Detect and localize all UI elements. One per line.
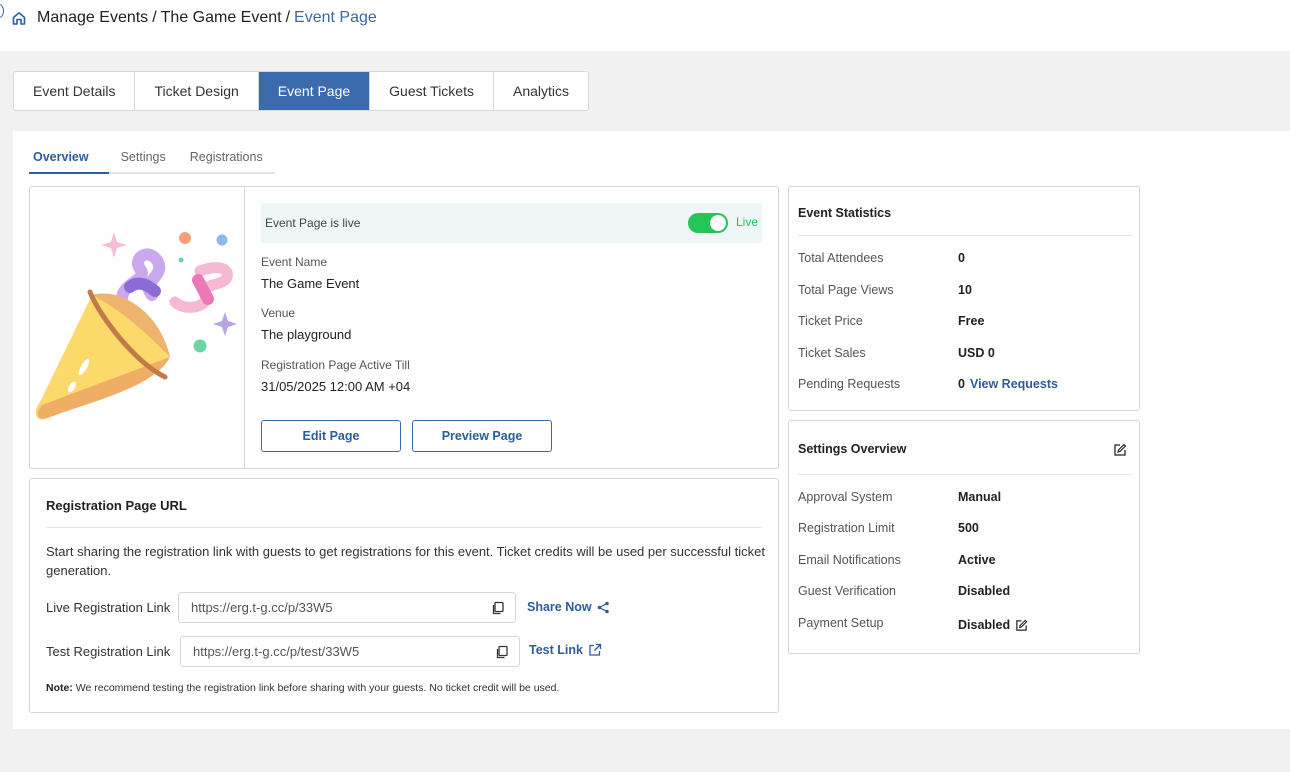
- event-illustration: [30, 187, 245, 468]
- top-bar: Manage Events / The Game Event / Event Page: [0, 0, 1290, 51]
- breadcrumb-current: Event Page: [294, 9, 377, 26]
- main-content: Overview Settings Registrations Event Pa…: [13, 131, 1290, 729]
- live-label: Live: [735, 215, 758, 229]
- divider: [798, 235, 1132, 236]
- setting-label: Registration Limit: [798, 521, 895, 535]
- live-url-text: https://erg.t-g.cc/p/33W5: [191, 600, 333, 615]
- party-popper-icon: [35, 232, 237, 420]
- stat-value: Free: [958, 314, 985, 328]
- tab-guest-tickets[interactable]: Guest Tickets: [370, 72, 494, 110]
- live-url-field[interactable]: https://erg.t-g.cc/p/33W5: [178, 592, 516, 623]
- tab-event-page[interactable]: Event Page: [258, 72, 371, 110]
- setting-value: Active: [958, 553, 996, 567]
- share-icon: [597, 601, 609, 613]
- test-link[interactable]: Test Link: [529, 643, 602, 657]
- live-status-bar: Event Page is live Live: [261, 203, 762, 243]
- registration-note: Note: We recommend testing the registrat…: [46, 682, 559, 694]
- event-statistics-title: Event Statistics: [798, 206, 892, 220]
- tab-ticket-design[interactable]: Ticket Design: [135, 72, 259, 110]
- breadcrumb: Manage Events / The Game Event / Event Page: [37, 9, 377, 26]
- share-now-label: Share Now: [527, 600, 592, 614]
- divider: [46, 527, 762, 528]
- copy-icon[interactable]: [491, 601, 505, 615]
- registration-url-title: Registration Page URL: [46, 498, 187, 513]
- stat-value: USD 0: [958, 346, 995, 360]
- circle-icon: [0, 4, 4, 18]
- stat-value: 0: [958, 377, 965, 391]
- setting-value: Manual: [958, 490, 1002, 504]
- test-url-text: https://erg.t-g.cc/p/test/33W5: [193, 644, 360, 659]
- stat-value: 10: [958, 283, 972, 297]
- setting-value: 500: [958, 521, 979, 535]
- setting-label: Email Notifications: [798, 553, 901, 567]
- subtab-overview[interactable]: Overview: [29, 150, 109, 174]
- setting-label: Approval System: [798, 490, 893, 504]
- payment-setup-value: Disabled: [958, 618, 1028, 632]
- setting-value: Disabled: [958, 584, 1011, 598]
- venue-value: The playground: [261, 327, 352, 342]
- settings-overview-title: Settings Overview: [798, 442, 907, 456]
- edit-icon[interactable]: [1113, 443, 1127, 457]
- sub-tabs: Overview Settings Registrations: [29, 150, 275, 174]
- setting-value: Disabled: [958, 618, 1011, 632]
- stat-label: Pending Requests: [798, 377, 901, 391]
- setting-label: Guest Verification: [798, 584, 896, 598]
- stat-label: Ticket Price: [798, 314, 863, 328]
- test-link-text: Test Link: [529, 643, 583, 657]
- event-name-value: The Game Event: [261, 276, 360, 291]
- event-page-card: Event Page is live Live Event Name The G…: [29, 186, 779, 469]
- stat-label: Total Page Views: [798, 283, 894, 297]
- edit-icon[interactable]: [1015, 619, 1028, 632]
- external-link-icon: [589, 643, 602, 656]
- subtab-registrations[interactable]: Registrations: [178, 150, 275, 172]
- venue-label: Venue: [261, 306, 296, 320]
- test-url-field[interactable]: https://erg.t-g.cc/p/test/33W5: [180, 636, 520, 667]
- share-now-link[interactable]: Share Now: [527, 600, 610, 614]
- note-text: We recommend testing the registration li…: [72, 682, 560, 694]
- view-requests-link[interactable]: View Requests: [970, 377, 1058, 391]
- stat-label: Total Attendees: [798, 251, 884, 265]
- pending-requests-value: 0 View Requests: [958, 377, 1058, 391]
- home-icon[interactable]: [11, 10, 27, 26]
- live-status-text: Event Page is live: [265, 216, 361, 230]
- tab-event-details[interactable]: Event Details: [14, 72, 136, 110]
- settings-overview-card: Settings Overview Approval System Manual…: [788, 420, 1140, 654]
- subtab-settings[interactable]: Settings: [109, 150, 178, 172]
- stat-label: Ticket Sales: [798, 346, 866, 360]
- copy-icon[interactable]: [495, 645, 509, 659]
- live-link-label: Live Registration Link: [46, 600, 171, 615]
- breadcrumb-manage-events[interactable]: Manage Events: [37, 9, 148, 26]
- note-prefix: Note:: [46, 682, 73, 694]
- divider: [798, 474, 1132, 475]
- breadcrumb-event[interactable]: The Game Event: [161, 9, 282, 26]
- edit-page-button[interactable]: Edit Page: [261, 420, 401, 452]
- stat-value: 0: [958, 251, 965, 265]
- event-statistics-card: Event Statistics Total Attendees 0 Total…: [788, 186, 1140, 411]
- main-tabs: Event Details Ticket Design Event Page G…: [13, 71, 590, 111]
- live-toggle[interactable]: [688, 213, 728, 233]
- registration-url-card: Registration Page URL Start sharing the …: [29, 478, 779, 713]
- toggle-knob: [710, 215, 726, 231]
- test-link-label: Test Registration Link: [46, 644, 171, 659]
- tab-analytics[interactable]: Analytics: [494, 72, 588, 110]
- preview-page-button[interactable]: Preview Page: [412, 420, 552, 452]
- registration-description: Start sharing the registration link with…: [46, 544, 765, 578]
- active-till-label: Registration Page Active Till: [261, 358, 410, 372]
- active-till-value: 31/05/2025 12:00 AM +04: [261, 379, 411, 394]
- event-name-label: Event Name: [261, 255, 328, 269]
- setting-label: Payment Setup: [798, 616, 884, 630]
